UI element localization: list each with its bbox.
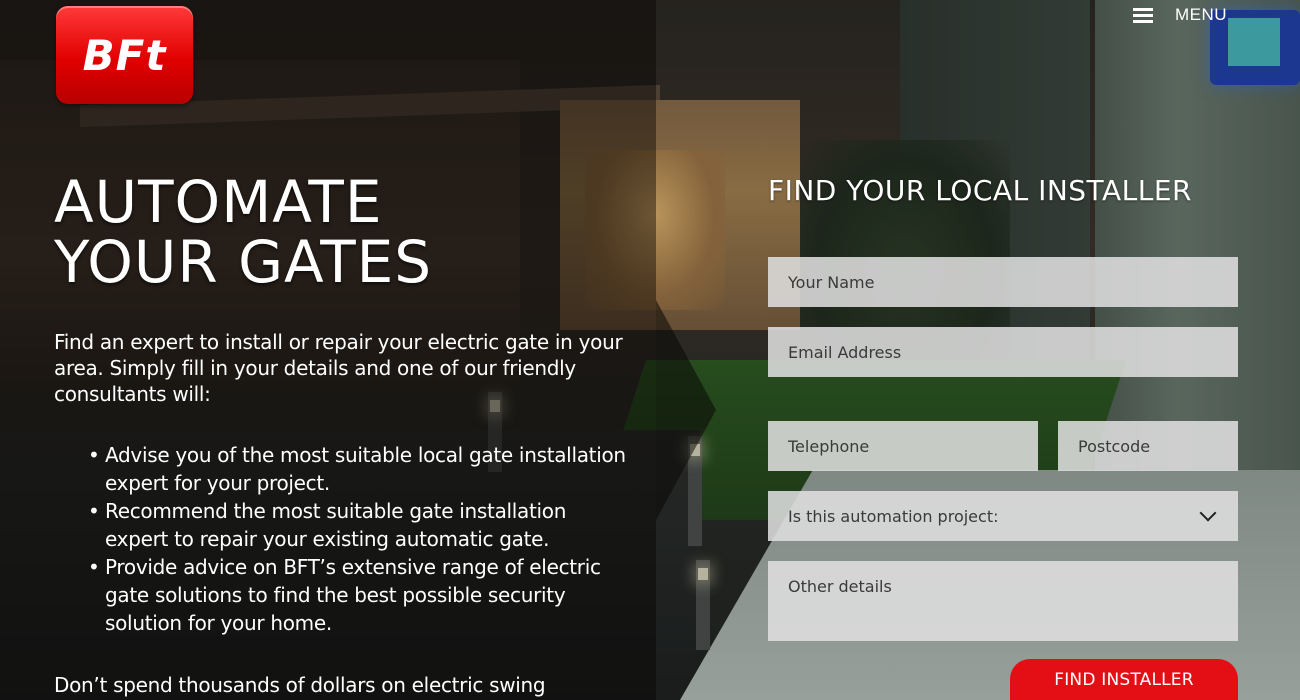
hamburger-icon [1133, 7, 1153, 23]
benefit-item: Advise you of the most suitable local ga… [88, 441, 628, 497]
form-title: FIND YOUR LOCAL INSTALLER [768, 174, 1192, 207]
project-type-value: Is this automation project: [788, 506, 999, 526]
benefit-item: Provide advice on BFT’s extensive range … [88, 553, 628, 637]
find-installer-button[interactable]: FIND INSTALLER [1010, 659, 1238, 700]
benefit-item: Recommend the most suitable gate install… [88, 497, 628, 553]
overlay-arrow [656, 300, 716, 520]
footer-text: Don’t spend thousands of dollars on elec… [54, 673, 546, 697]
headline-line-1: AUTOMATE [54, 168, 383, 236]
telephone-input[interactable] [768, 421, 1038, 471]
name-input[interactable] [768, 257, 1238, 307]
menu-button[interactable]: MENU [1133, 4, 1227, 26]
bft-logo[interactable]: BFt [56, 6, 193, 104]
headline-line-2: YOUR GATES [54, 228, 433, 296]
menu-label: MENU [1175, 5, 1228, 24]
logo-text: BFt [82, 30, 167, 80]
postcode-input[interactable] [1058, 421, 1238, 471]
intro-text: Find an expert to install or repair your… [54, 330, 623, 406]
project-type-select[interactable]: Is this automation project: [768, 491, 1238, 541]
page-title: AUTOMATE YOUR GATES [54, 172, 432, 292]
benefits-list: Advise you of the most suitable local ga… [88, 441, 628, 637]
other-details-input[interactable] [768, 561, 1238, 641]
chevron-down-icon [1199, 504, 1217, 522]
email-input[interactable] [768, 327, 1238, 377]
